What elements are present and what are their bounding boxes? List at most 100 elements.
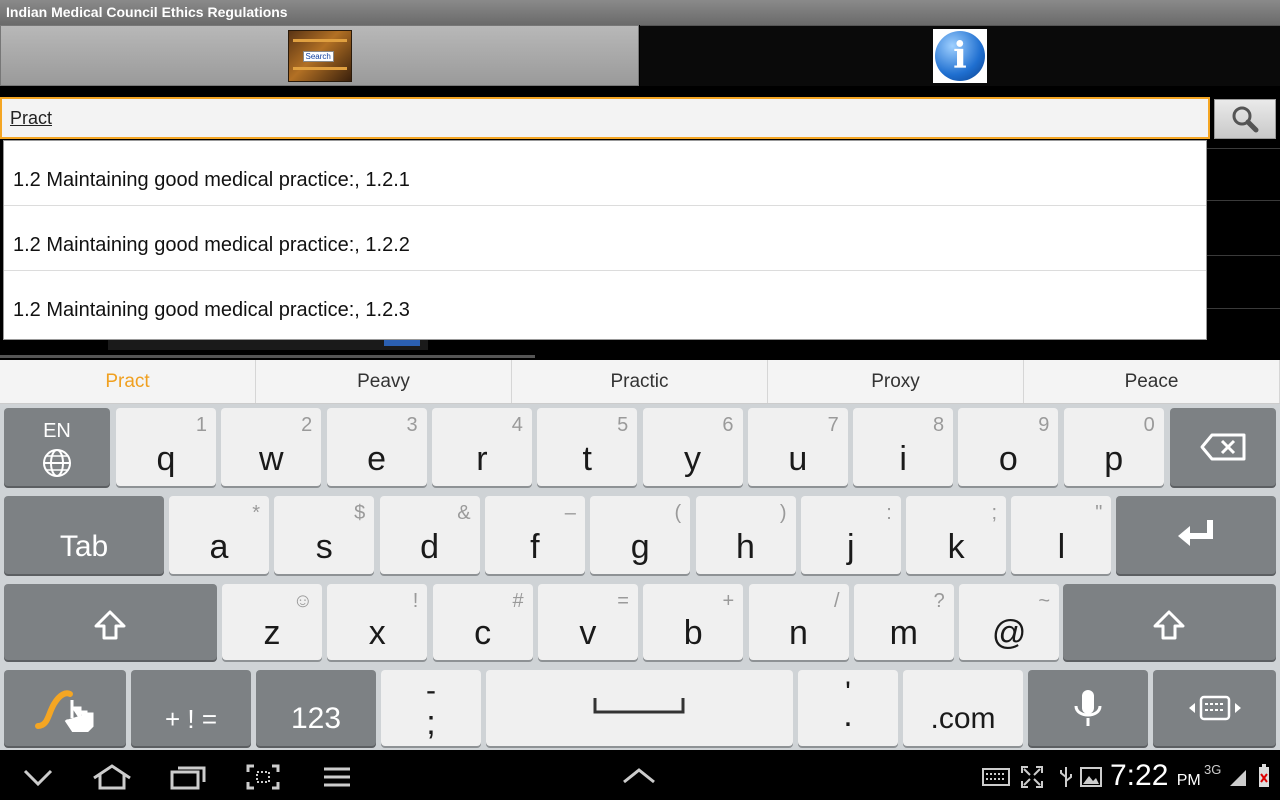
key-label: n <box>789 614 808 652</box>
key-label: b <box>683 614 703 652</box>
key-secondary-label: # <box>512 590 524 612</box>
key-label: j <box>847 528 855 566</box>
home-icon[interactable] <box>92 764 132 790</box>
prediction-item[interactable]: Peace <box>1024 360 1280 403</box>
key-s[interactable]: $ s <box>274 496 375 574</box>
key-x[interactable]: ! x <box>327 584 428 660</box>
prediction-item[interactable]: Peavy <box>256 360 512 403</box>
swype-icon <box>35 690 94 732</box>
system-navigation-bar: 7:22 PM 3G <box>0 752 1280 800</box>
key-secondary-label: 6 <box>722 414 734 436</box>
suggestion-item[interactable]: 1.2 Maintaining good medical practice:, … <box>4 141 1206 206</box>
key-i[interactable]: 8i <box>853 408 954 486</box>
key-d[interactable]: & d <box>379 496 480 574</box>
key-z[interactable]: ☺ z <box>222 584 322 660</box>
key-r[interactable]: 4r <box>431 408 532 486</box>
key-label: f <box>530 528 540 566</box>
space-icon <box>593 698 685 714</box>
key-label: @ <box>991 614 1027 652</box>
key-label: u <box>788 440 808 478</box>
key-secondary-label: 7 <box>827 414 839 436</box>
key-n[interactable]: / n <box>748 584 849 660</box>
search-books-icon: Search <box>287 29 352 82</box>
key-label: h <box>736 528 755 566</box>
key-v[interactable]: = v <box>537 584 638 660</box>
shift-key-left[interactable] <box>4 584 217 660</box>
key-u[interactable]: 7u <box>747 408 848 486</box>
key-y[interactable]: 6y <box>642 408 743 486</box>
semicolon-label: ; <box>426 704 436 742</box>
language-key[interactable]: EN <box>4 408 110 486</box>
key-label: l <box>1057 528 1066 566</box>
prediction-item[interactable]: Practic <box>512 360 768 403</box>
key-o[interactable]: 9o <box>958 408 1059 486</box>
shift-key-right[interactable] <box>1063 584 1276 660</box>
tab-info[interactable]: i <box>640 25 1280 86</box>
search-field[interactable] <box>0 97 1210 139</box>
network-type: 3G <box>1204 762 1222 777</box>
key-e[interactable]: 3e <box>326 408 427 486</box>
prediction-item[interactable]: Pract <box>0 360 256 403</box>
key-t[interactable]: 5t <box>537 408 638 486</box>
gallery-icon <box>1080 767 1102 787</box>
key-m[interactable]: ? m <box>853 584 954 660</box>
space-key[interactable] <box>486 670 793 746</box>
key-label: a <box>209 528 229 566</box>
semicolon-key[interactable]: - ; <box>381 670 481 746</box>
prediction-item[interactable]: Proxy <box>768 360 1024 403</box>
app-title: Indian Medical Council Ethics Regulation… <box>0 0 1280 25</box>
key-secondary-label: 3 <box>406 414 418 436</box>
numbers-key[interactable]: 123 <box>256 670 376 746</box>
key-secondary-label: & <box>457 502 471 524</box>
key-secondary-label: ? <box>933 590 945 612</box>
symbols-key[interactable]: + ! = <box>131 670 251 746</box>
key-l[interactable]: " l <box>1011 496 1112 574</box>
dotcom-label: .com <box>930 702 996 735</box>
menu-icon[interactable] <box>322 766 352 788</box>
microphone-icon <box>1074 690 1102 726</box>
symbols-key-label: + ! = <box>164 704 218 734</box>
chevron-up-icon[interactable] <box>622 768 656 784</box>
key-label: x <box>368 614 386 652</box>
microphone-key[interactable] <box>1028 670 1148 746</box>
key-g[interactable]: (g <box>590 496 691 574</box>
search-input[interactable] <box>2 99 1208 137</box>
screenshot-icon[interactable] <box>246 764 280 790</box>
suggestion-dropdown: 1.2 Maintaining good medical practice:, … <box>3 140 1207 340</box>
hide-keyboard-key[interactable] <box>1153 670 1276 746</box>
tab-search[interactable]: Search <box>0 25 639 86</box>
enter-key[interactable] <box>1116 496 1276 574</box>
key-h[interactable]: ) h <box>695 496 796 574</box>
key-f[interactable]: – f <box>484 496 585 574</box>
key-at[interactable]: ~ @ <box>959 584 1060 660</box>
tab-key[interactable]: Tab <box>4 496 164 574</box>
search-button[interactable] <box>1214 99 1276 139</box>
keyboard: EN 1q2w3e4r5t6y7u8i9o0p Tab * a $ s & d – f(g) h… <box>0 404 1280 750</box>
swype-key[interactable] <box>4 670 126 746</box>
suggestion-item[interactable]: 1.2 Maintaining good medical practice:, … <box>4 271 1206 336</box>
period-key[interactable]: ' . <box>798 670 898 746</box>
key-q[interactable]: 1q <box>116 408 216 486</box>
suggestion-item[interactable]: 1.2 Maintaining good medical practice:, … <box>4 206 1206 271</box>
key-secondary-label: 1 <box>195 414 207 436</box>
backspace-key[interactable] <box>1170 408 1276 486</box>
recent-apps-icon[interactable] <box>170 764 206 790</box>
backspace-icon <box>1200 433 1246 461</box>
clock: 7:22 PM <box>1110 760 1201 797</box>
language-label: EN <box>43 420 71 442</box>
key-j[interactable]: :j <box>800 496 901 574</box>
key-p[interactable]: 0p <box>1063 408 1164 486</box>
key-c[interactable]: # c <box>432 584 533 660</box>
info-icon: i <box>933 29 987 83</box>
key-w[interactable]: 2w <box>221 408 322 486</box>
key-a[interactable]: * a <box>169 496 269 574</box>
shift-icon <box>94 610 126 640</box>
key-secondary-label: ~ <box>1038 590 1051 612</box>
usb-icon <box>1060 767 1072 787</box>
key-b[interactable]: + b <box>643 584 744 660</box>
key-k[interactable]: ; k <box>906 496 1007 574</box>
dotcom-key[interactable]: .com <box>903 670 1023 746</box>
key-secondary-label: ) <box>779 502 787 524</box>
back-icon[interactable] <box>22 768 54 788</box>
key-label: y <box>684 440 701 478</box>
